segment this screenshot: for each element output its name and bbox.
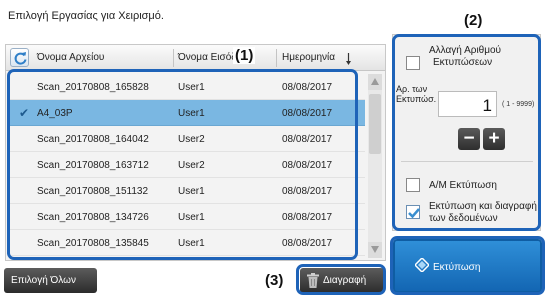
select-all-button[interactable]: Επιλογή Όλων (4, 268, 97, 293)
column-header-date[interactable]: Ημερομηνία (282, 52, 335, 63)
highlight-delete (296, 264, 386, 295)
print-job-screen: Επιλογή Εργασίας για Χειρισμό. Όνομα Αρχ… (0, 0, 546, 295)
scroll-thumb[interactable] (369, 94, 381, 154)
refresh-icon (14, 52, 27, 65)
page-title: Επιλογή Εργασίας για Χειρισμό. (8, 10, 164, 22)
scroll-down-button[interactable] (368, 242, 382, 258)
callout-2: (2) (462, 12, 485, 29)
select-all-label: Επιλογή Όλων (11, 275, 76, 286)
arrow-up-icon (371, 78, 379, 85)
column-header-user-name[interactable]: Όνομα Εισόδ (178, 52, 237, 63)
list-header: Όνομα Αρχείου Όνομα Εισόδ Ημερομηνία (6, 45, 385, 71)
column-divider (173, 49, 174, 67)
highlight-settings (392, 34, 541, 231)
arrow-down-icon (371, 246, 379, 253)
column-divider (276, 49, 277, 67)
callout-3: (3) (263, 272, 286, 289)
highlight-file-list (7, 69, 358, 260)
callout-1: (1) (233, 47, 256, 64)
refresh-button[interactable] (10, 48, 29, 67)
column-header-file-name[interactable]: Όνομα Αρχείου (37, 52, 104, 63)
sort-descending-icon (346, 53, 351, 65)
highlight-print (390, 236, 545, 295)
scrollbar[interactable] (368, 74, 382, 258)
scroll-up-button[interactable] (368, 74, 382, 90)
